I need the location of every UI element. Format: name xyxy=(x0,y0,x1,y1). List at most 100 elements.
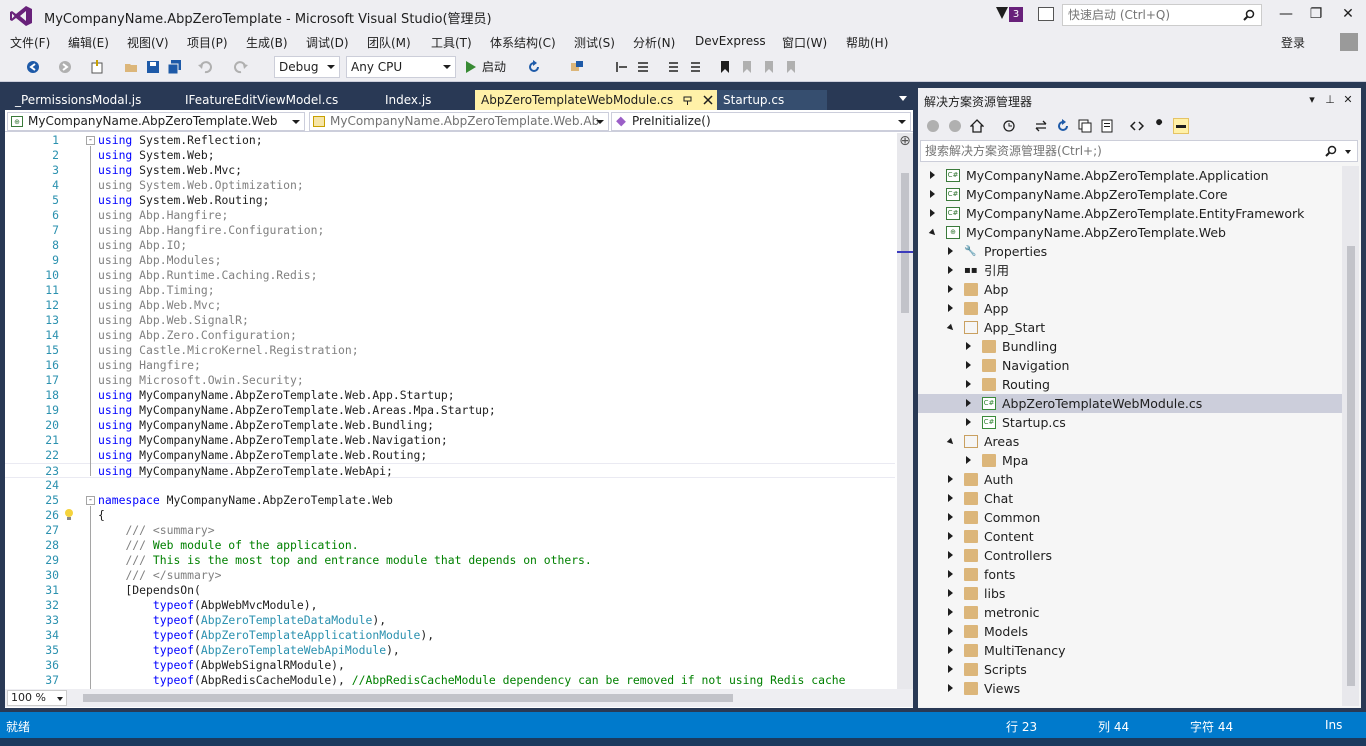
tree-item[interactable]: Views xyxy=(918,679,1342,698)
bookmark-icon[interactable] xyxy=(718,60,732,74)
collapsed-arrow-icon[interactable] xyxy=(966,456,971,464)
menu-architecture[interactable]: 体系结构(C) xyxy=(490,34,556,51)
menu-view[interactable]: 视图(V) xyxy=(127,34,169,51)
code-line[interactable]: 29 /// This is the most top and entrance… xyxy=(5,553,895,568)
code-line[interactable]: 19 using MyCompanyName.AbpZeroTemplate.We… xyxy=(5,403,895,418)
back-icon[interactable] xyxy=(26,60,40,74)
pin-icon[interactable] xyxy=(683,96,692,105)
tree-item[interactable]: C# Startup.cs xyxy=(918,413,1342,432)
collapsed-arrow-icon[interactable] xyxy=(966,361,971,369)
configuration-select[interactable]: Debug xyxy=(274,56,340,78)
code-line[interactable]: 14 using Abp.Zero.Configuration; xyxy=(5,328,895,343)
code-line[interactable]: 1 using System.Reflection; xyxy=(5,133,895,148)
view-code-icon[interactable] xyxy=(1130,119,1144,133)
collapsed-arrow-icon[interactable] xyxy=(948,494,953,502)
feedback-icon[interactable] xyxy=(1038,7,1054,21)
tree-item[interactable]: Abp xyxy=(918,280,1342,299)
expanded-arrow-icon[interactable] xyxy=(946,437,956,447)
code-line[interactable]: 22 using MyCompanyName.AbpZeroTemplate.We… xyxy=(5,448,895,463)
history-icon[interactable] xyxy=(1002,119,1016,133)
tree-item[interactable]: ⊕ MyCompanyName.AbpZeroTemplate.Web xyxy=(918,223,1342,242)
code-line[interactable]: 6 using Abp.Hangfire; xyxy=(5,208,895,223)
collapsed-arrow-icon[interactable] xyxy=(948,684,953,692)
start-debugging-button[interactable]: 启动 xyxy=(464,58,506,76)
tree-item[interactable]: 🔧 Properties xyxy=(918,242,1342,261)
sync-icon[interactable] xyxy=(1034,119,1048,133)
code-line[interactable]: 11 using Abp.Timing; xyxy=(5,283,895,298)
lightbulb-icon[interactable] xyxy=(63,508,75,520)
tree-item[interactable]: Bundling xyxy=(918,337,1342,356)
next-bookmark-icon[interactable] xyxy=(762,60,776,74)
comment-icon[interactable] xyxy=(666,60,680,74)
properties-icon[interactable] xyxy=(1152,119,1166,133)
outline-collapse-icon[interactable]: - xyxy=(86,496,95,505)
code-line[interactable]: 27 /// <summary> xyxy=(5,523,895,538)
save-icon[interactable] xyxy=(146,60,160,74)
login-link[interactable]: 登录 xyxy=(1281,34,1305,51)
collapsed-arrow-icon[interactable] xyxy=(966,399,971,407)
code-line[interactable]: 25 namespace MyCompanyName.AbpZeroTemplat… xyxy=(5,493,895,508)
code-line[interactable]: 17 using Microsoft.Owin.Security; xyxy=(5,373,895,388)
code-line[interactable]: 24 xyxy=(5,478,895,493)
tree-item[interactable]: Routing xyxy=(918,375,1342,394)
code-line[interactable]: 16 using Hangfire; xyxy=(5,358,895,373)
show-all-files-icon[interactable] xyxy=(1100,119,1114,133)
tree-item[interactable]: Auth xyxy=(918,470,1342,489)
code-line[interactable]: 28 /// Web module of the application. xyxy=(5,538,895,553)
collapsed-arrow-icon[interactable] xyxy=(948,266,953,274)
code-line[interactable]: 26 { xyxy=(5,508,895,523)
menu-devexpress[interactable]: DevExpress xyxy=(695,34,766,48)
code-line[interactable]: 12 using Abp.Web.Mvc; xyxy=(5,298,895,313)
collapsed-arrow-icon[interactable] xyxy=(948,475,953,483)
member-combo[interactable]: PreInitialize() xyxy=(611,112,911,131)
step-into-icon[interactable] xyxy=(614,60,628,74)
collapsed-arrow-icon[interactable] xyxy=(966,380,971,388)
collapsed-arrow-icon[interactable] xyxy=(948,627,953,635)
open-file-icon[interactable] xyxy=(124,60,138,74)
scroll-thumb[interactable] xyxy=(901,173,909,313)
menu-project[interactable]: 项目(P) xyxy=(187,34,228,51)
tree-item[interactable]: C# MyCompanyName.AbpZeroTemplate.EntityFr… xyxy=(918,204,1342,223)
tab-index-js[interactable]: Index.js xyxy=(379,90,479,110)
code-line[interactable]: 18 using MyCompanyName.AbpZeroTemplate.We… xyxy=(5,388,895,403)
collapsed-arrow-icon[interactable] xyxy=(966,418,971,426)
redo-icon[interactable] xyxy=(234,60,248,74)
menu-tools[interactable]: 工具(T) xyxy=(431,34,472,51)
tree-item[interactable]: fonts xyxy=(918,565,1342,584)
collapsed-arrow-icon[interactable] xyxy=(948,304,953,312)
platform-select[interactable]: Any CPU xyxy=(346,56,456,78)
tab-startup-cs[interactable]: Startup.cs xyxy=(717,90,827,110)
tree-item[interactable]: Navigation xyxy=(918,356,1342,375)
browser-link-icon[interactable] xyxy=(570,60,584,74)
close-button[interactable]: ✕ xyxy=(1338,6,1358,22)
expanded-arrow-icon[interactable] xyxy=(946,323,956,333)
collapsed-arrow-icon[interactable] xyxy=(948,589,953,597)
collapsed-arrow-icon[interactable] xyxy=(948,513,953,521)
collapsed-arrow-icon[interactable] xyxy=(948,285,953,293)
collapsed-arrow-icon[interactable] xyxy=(930,190,935,198)
collapsed-arrow-icon[interactable] xyxy=(966,342,971,350)
tree-item[interactable]: metronic xyxy=(918,603,1342,622)
type-combo[interactable]: MyCompanyName.AbpZeroTemplate.Web.Ab xyxy=(309,112,609,131)
pin-icon[interactable]: ⊥ xyxy=(1324,93,1336,107)
chevron-down-icon[interactable] xyxy=(1345,150,1351,154)
tree-item[interactable]: Mpa xyxy=(918,451,1342,470)
expanded-arrow-icon[interactable] xyxy=(928,228,938,238)
tree-item[interactable]: C# MyCompanyName.AbpZeroTemplate.Applicat… xyxy=(918,166,1342,185)
code-line[interactable]: 36 typeof(AbpWebSignalRModule), xyxy=(5,658,895,673)
tree-item[interactable]: App_Start xyxy=(918,318,1342,337)
restore-button[interactable]: ❐ xyxy=(1306,6,1326,22)
refresh-icon[interactable] xyxy=(1056,119,1070,133)
code-line[interactable]: 8 using Abp.IO; xyxy=(5,238,895,253)
menu-help[interactable]: 帮助(H) xyxy=(846,34,888,51)
code-line[interactable]: 5 using System.Web.Routing; xyxy=(5,193,895,208)
tab-ifeature-edit-view-model[interactable]: IFeatureEditViewModel.cs xyxy=(179,90,379,110)
code-line[interactable]: 23 using MyCompanyName.AbpZeroTemplate.We… xyxy=(5,463,895,478)
code-line[interactable]: 37 typeof(AbpRedisCacheModule), //AbpRed… xyxy=(5,673,895,688)
quick-launch-input[interactable] xyxy=(1063,5,1233,25)
collapsed-arrow-icon[interactable] xyxy=(948,570,953,578)
tree-item[interactable]: Chat xyxy=(918,489,1342,508)
collapsed-arrow-icon[interactable] xyxy=(930,209,935,217)
forward-icon[interactable] xyxy=(948,119,962,133)
solution-explorer-search[interactable] xyxy=(920,140,1358,162)
